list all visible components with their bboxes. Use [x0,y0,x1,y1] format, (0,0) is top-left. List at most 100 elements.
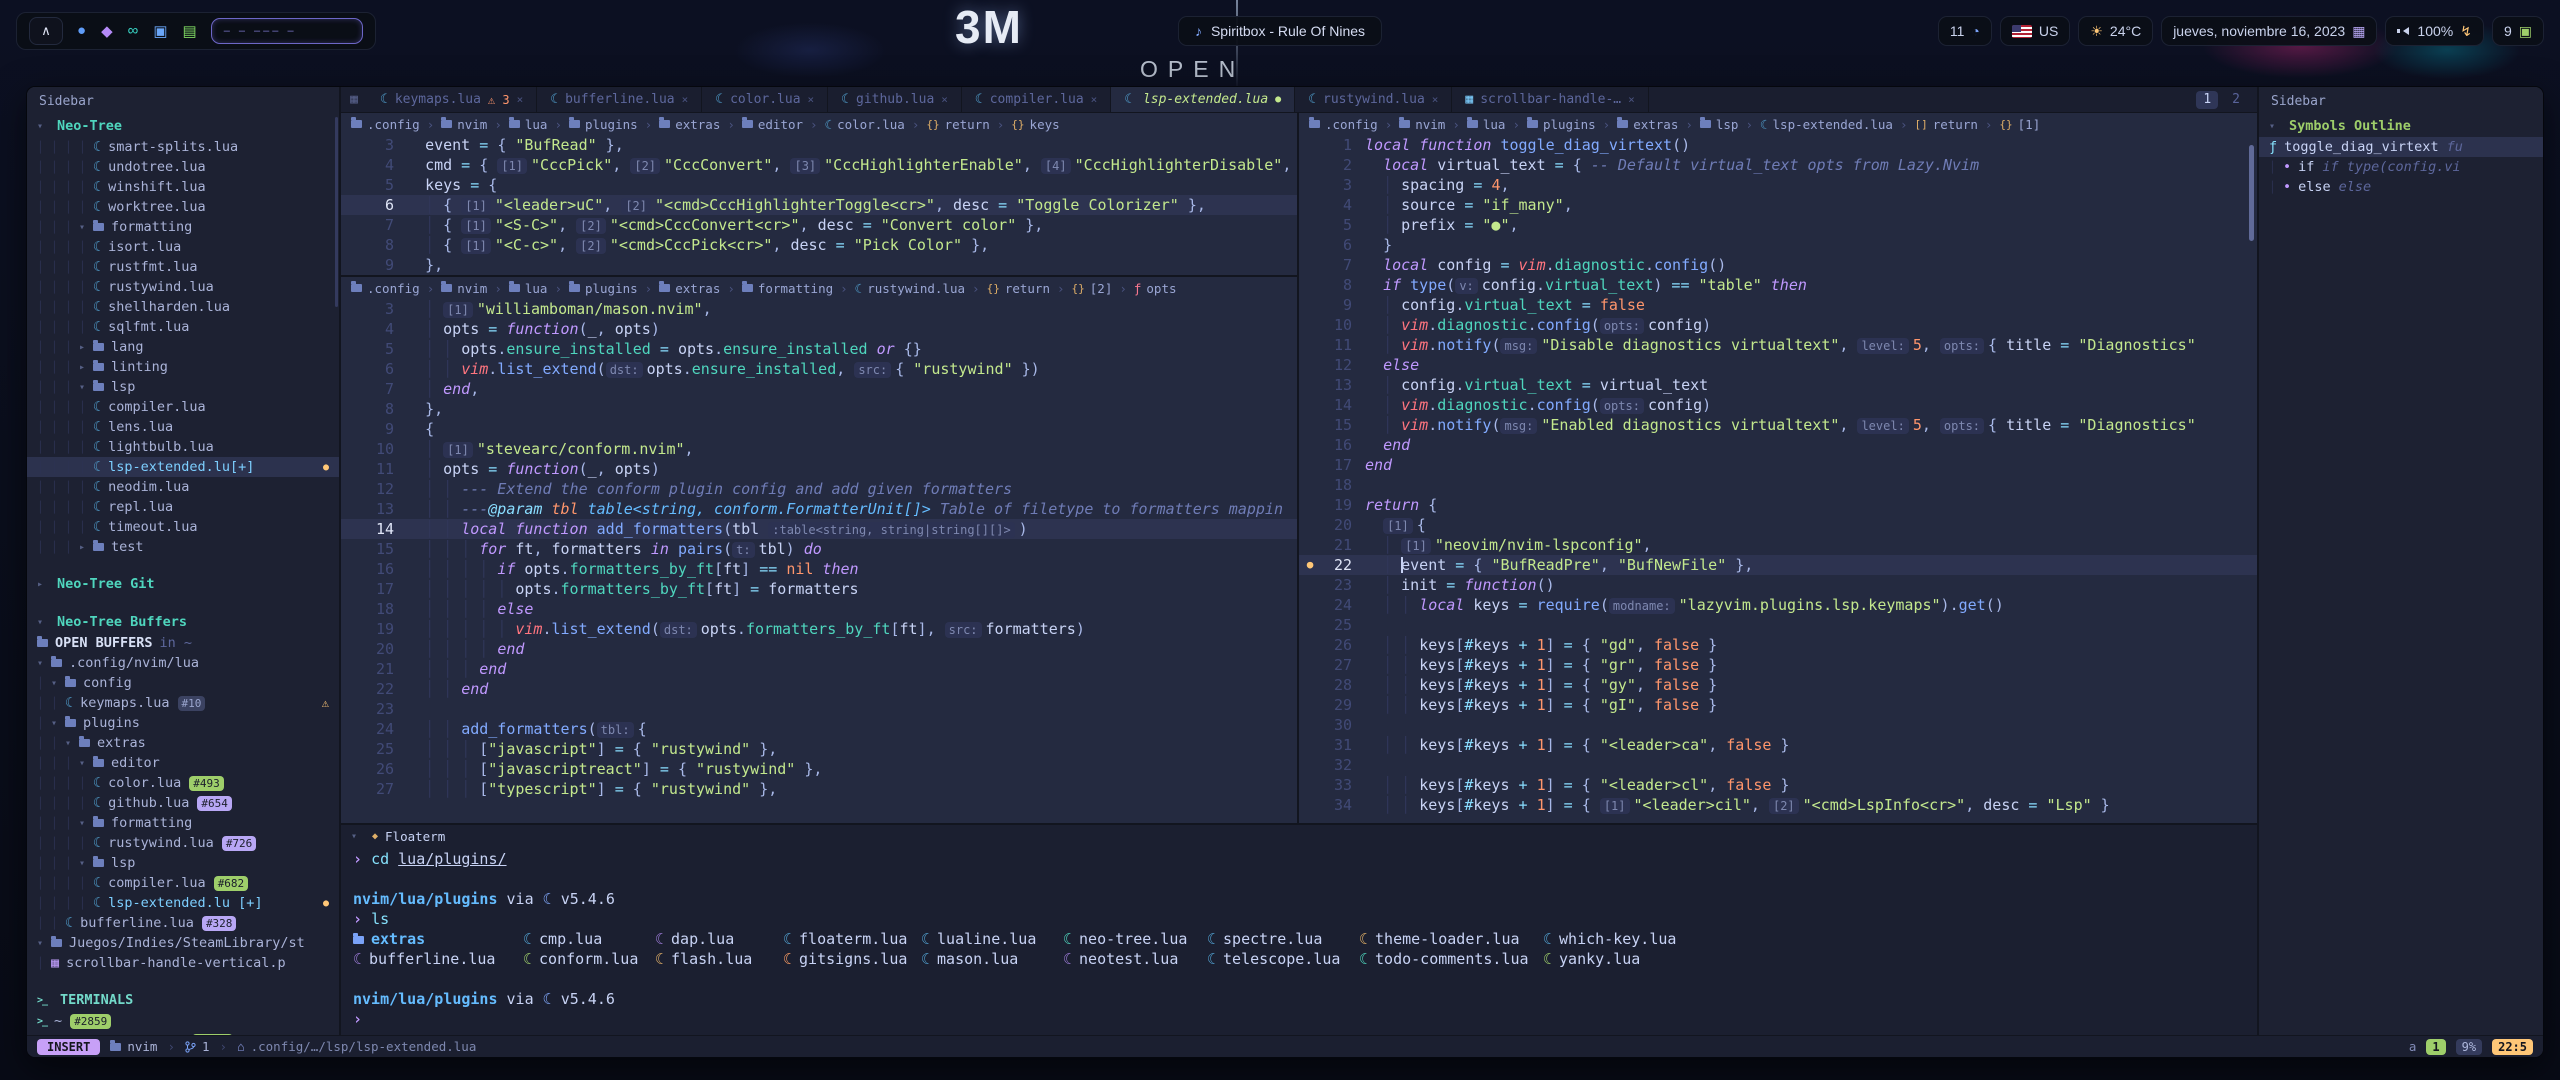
tree-item-plugins[interactable]: │▾plugins [27,713,339,733]
breadcrumb-item[interactable]: .config [351,117,420,132]
media-app-icon[interactable]: ∞ [128,22,139,40]
breadcrumb-item[interactable]: []return [1914,117,1977,132]
close-tab-icon[interactable]: × [941,93,948,106]
breadcrumb-item[interactable]: extras [659,117,720,132]
breadcrumb-item[interactable]: extras [659,281,720,296]
tab-lsp-extended-lua[interactable]: ☾lsp-extended.lua● [1111,87,1295,112]
chat-app-icon[interactable]: ◆ [101,22,113,40]
volume-widget[interactable]: 100% ↯ [2385,16,2484,46]
section-neo-tree-git[interactable]: ▸Neo-Tree Git [27,573,339,595]
tab-bufferline-lua[interactable]: ☾bufferline.lua× [537,87,702,112]
code-area[interactable]: 1local function toggle_diag_virtext()2 l… [1299,135,2257,815]
breadcrumb-item[interactable]: nvim [441,281,487,296]
tree-item-scrollbar-handle-vertical-p[interactable]: │▦scrollbar-handle-vertical.p [27,953,339,973]
close-tab-icon[interactable]: × [517,93,524,106]
browser-app-icon[interactable]: ● [77,22,86,40]
breadcrumb-item[interactable]: {}[2] [1072,281,1113,296]
tab-color-lua[interactable]: ☾color.lua× [702,87,828,112]
tab-github-lua[interactable]: ☾github.lua× [828,87,962,112]
tree-item-formatting[interactable]: │││▾formatting [27,217,339,237]
tree-item-lens-lua[interactable]: ││││☾lens.lua [27,417,339,437]
media-player-widget[interactable]: ♪ Spiritbox - Rule Of Nines [1178,16,1382,46]
tree-item-juegos-indies-steamlibrary-st[interactable]: ▾Juegos/Indies/SteamLibrary/st [27,933,339,953]
tree-item-repl-lua[interactable]: ││││☾repl.lua [27,497,339,517]
tree-item-neodim-lua[interactable]: ││││☾neodim.lua [27,477,339,497]
tree-item-formatting[interactable]: │││▾formatting [27,813,339,833]
symbol-if[interactable]: │•ifif type(config.vi [2259,157,2543,177]
tree-item-open-buffers[interactable]: OPEN BUFFERSin ~ [27,633,339,653]
tab-scrollbar-handle[interactable]: ▦scrollbar-handle-…× [1452,87,1648,112]
terminal-app-icon[interactable]: ▣ [153,22,167,40]
tree-item-timeout-lua[interactable]: ││││☾timeout.lua [27,517,339,537]
breadcrumb-item[interactable]: plugins [569,281,638,296]
terminal-item-[interactable]: >_~#2859 [27,1011,339,1031]
section-neo-tree[interactable]: ▾Neo-Tree [27,115,339,137]
code-area[interactable]: 3 │ [1]"williamboman/mason.nvim",4 │ opt… [341,299,1297,799]
symbol-toggle-diag-virtext[interactable]: ƒtoggle_diag_virtextfu [2259,137,2543,157]
breadcrumb-item[interactable]: plugins [569,117,638,132]
tree-item-compiler-lua[interactable]: ││││☾compiler.lua#682 [27,873,339,893]
tabpage-1[interactable]: 1 [2196,91,2218,109]
tree-item-editor[interactable]: │││▾editor [27,753,339,773]
breadcrumb-item[interactable]: ☾rustywind.lua [855,281,965,296]
code-area[interactable]: 3 event = { "BufRead" },4 cmd = { [1]"Cc… [341,135,1297,275]
keyboard-layout-widget[interactable]: US [2000,16,2070,46]
symbol-else[interactable]: │•elseelse [2259,177,2543,197]
breadcrumb-item[interactable]: .config [351,281,420,296]
tree-item-rustfmt-lua[interactable]: ││││☾rustfmt.lua [27,257,339,277]
tab-rustywind-lua[interactable]: ☾rustywind.lua× [1295,87,1452,112]
screenshot-widget[interactable]: 9 ▣ [2492,16,2544,46]
close-tab-icon[interactable]: × [1628,93,1635,106]
breadcrumb-item[interactable]: nvim [441,117,487,132]
breadcrumb-item[interactable]: lsp [1700,117,1739,132]
tree-item-winshift-lua[interactable]: ││││☾winshift.lua [27,177,339,197]
breadcrumb-item[interactable]: plugins [1527,117,1596,132]
breadcrumb-item[interactable]: {}[1] [1999,117,2040,132]
tree-item-config[interactable]: │▾config [27,673,339,693]
breadcrumb-item[interactable]: ƒopts [1134,281,1177,296]
breadcrumb-item[interactable]: ☾lsp-extended.lua [1760,117,1893,132]
tree-item-compiler-lua[interactable]: ││││☾compiler.lua [27,397,339,417]
editor-scrollbar-handle[interactable] [2249,145,2254,241]
breadcrumb-item[interactable]: editor [742,117,803,132]
editor-pane-rustywind-lua[interactable]: .config›nvim›lua›plugins›extras›formatti… [341,277,1297,823]
breadcrumb-item[interactable]: {}return [926,117,989,132]
launcher-button[interactable]: ∧ [29,17,63,45]
close-tab-icon[interactable]: × [1091,93,1098,106]
tree-item-lsp[interactable]: │││▾lsp [27,377,339,397]
tree-item-undotree-lua[interactable]: ││││☾undotree.lua [27,157,339,177]
tab-compiler-lua[interactable]: ☾compiler.lua× [962,87,1111,112]
tree-item-bufferline-lua[interactable]: ││☾bufferline.lua#328 [27,913,339,933]
breadcrumb-item[interactable]: ☾color.lua [825,117,905,132]
tree-item-test[interactable]: │││▸test [27,537,339,557]
tree-item-keymaps-lua[interactable]: ││☾keymaps.lua#10⚠ [27,693,339,713]
tree-item-worktree-lua[interactable]: ││││☾worktree.lua [27,197,339,217]
tab-keymaps-lua[interactable]: ☾keymaps.lua⚠ 3× [367,87,537,112]
close-tab-icon[interactable]: × [1432,93,1439,106]
breadcrumb-item[interactable]: extras [1617,117,1678,132]
symbols-outline-header[interactable]: ▾ Symbols Outline [2259,115,2543,137]
taskbar-search-input[interactable]: ‒ ‒ ‒‒‒ ‒ [211,18,363,44]
weather-widget[interactable]: ☀ 24°C [2078,16,2153,46]
section-neo-tree-buffers[interactable]: ▾Neo-Tree Buffers [27,611,339,633]
close-tab-icon[interactable]: × [682,93,689,106]
tree-item-rustywind-lua[interactable]: ││││☾rustywind.lua#726 [27,833,339,853]
tree-item-lsp[interactable]: │││▾lsp [27,853,339,873]
tree-item-config-nvim-lua[interactable]: ▾.config/nvim/lua [27,653,339,673]
tree-item-shellharden-lua[interactable]: ││││☾shellharden.lua [27,297,339,317]
terminal-item-c-n-l-plugins[interactable]: >_~/.c/n/l/plugins#3980 [27,1031,339,1035]
sidebar-scrollbar[interactable] [335,117,338,307]
breadcrumb-item[interactable]: lua [509,117,548,132]
panel-toggle-icon[interactable]: ▦ [341,87,367,112]
tree-item-lang[interactable]: │││▸lang [27,337,339,357]
tree-item-extras[interactable]: ││▾extras [27,733,339,753]
code-action-lightbulb-icon[interactable]: ● [1307,558,1314,571]
tree-item-lsp-extended-lu[interactable]: ││││☾lsp-extended.lu [+]● [27,893,339,913]
section-terminals[interactable]: >_TERMINALS [27,989,339,1011]
tree-item-github-lua[interactable]: ││││☾github.lua#654 [27,793,339,813]
files-app-icon[interactable]: ▤ [183,22,197,40]
tree-item-sqlfmt-lua[interactable]: ││││☾sqlfmt.lua [27,317,339,337]
breadcrumb-item[interactable]: {}return [987,281,1050,296]
breadcrumb-item[interactable]: formatting [742,281,833,296]
tree-item-isort-lua[interactable]: ││││☾isort.lua [27,237,339,257]
